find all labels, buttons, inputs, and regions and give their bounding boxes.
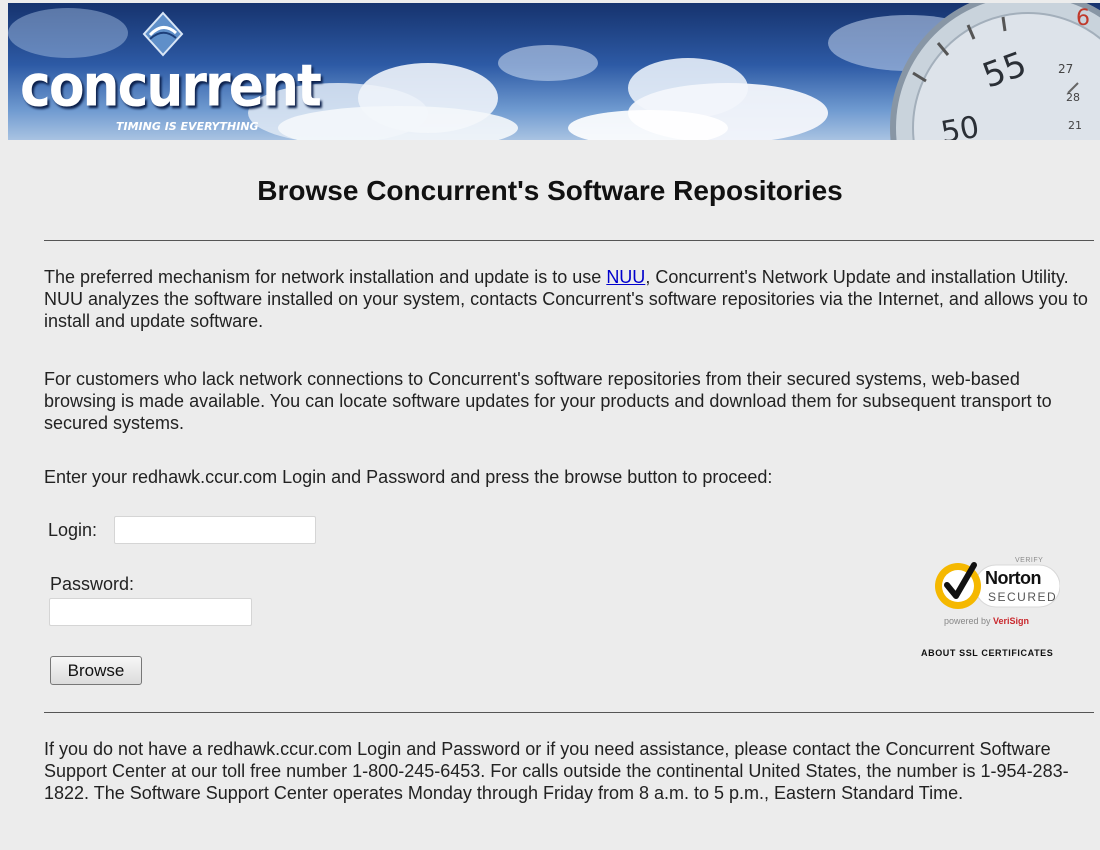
instructions-text: Enter your redhawk.ccur.com Login and Pa… — [44, 467, 773, 487]
browse-button[interactable]: Browse — [50, 656, 142, 685]
about-ssl-certificates-link[interactable]: ABOUT SSL CERTIFICATES — [921, 648, 1053, 658]
divider-top — [44, 240, 1094, 241]
verisign-brand: VeriSign — [993, 616, 1030, 626]
header-banner: concurrent TIMING IS EVERYTHING 55 50 6 … — [8, 3, 1100, 140]
password-input[interactable] — [49, 598, 252, 626]
page-title: Browse Concurrent's Software Repositorie… — [257, 175, 843, 206]
powered-by-text: powered by — [944, 616, 994, 626]
dial-number-55: 55 — [977, 44, 1031, 96]
page: concurrent TIMING IS EVERYTHING 55 50 6 … — [0, 0, 1100, 850]
login-input[interactable] — [114, 516, 316, 544]
secured-systems-paragraph: For customers who lack network connectio… — [44, 369, 1052, 433]
norton-brand: Norton — [985, 568, 1041, 588]
intro-paragraph: The preferred mechanism for network inst… — [44, 266, 1094, 332]
divider-bottom — [44, 712, 1094, 713]
intro-text-start: The preferred mechanism for network inst… — [44, 267, 607, 287]
password-label: Password: — [50, 574, 135, 594]
dial-number-27: 27 — [1058, 62, 1073, 76]
powered-by-verisign: powered by VeriSign — [944, 616, 1029, 626]
nuu-link[interactable]: NUU — [606, 267, 645, 287]
dial-number-21: 21 — [1068, 119, 1082, 132]
dial-number-50: 50 — [938, 110, 982, 140]
norton-verify-text: VERIFY — [1015, 557, 1044, 564]
login-label: Login: — [48, 520, 98, 540]
dial-number-6: 6 — [1076, 6, 1090, 31]
stopwatch-dial: 55 50 6 27 28 21 — [938, 6, 1090, 140]
support-contact-paragraph: If you do not have a redhawk.ccur.com Lo… — [44, 739, 1069, 803]
dial-number-28: 28 — [1066, 91, 1080, 104]
norton-secured-text: SECURED — [988, 590, 1058, 604]
